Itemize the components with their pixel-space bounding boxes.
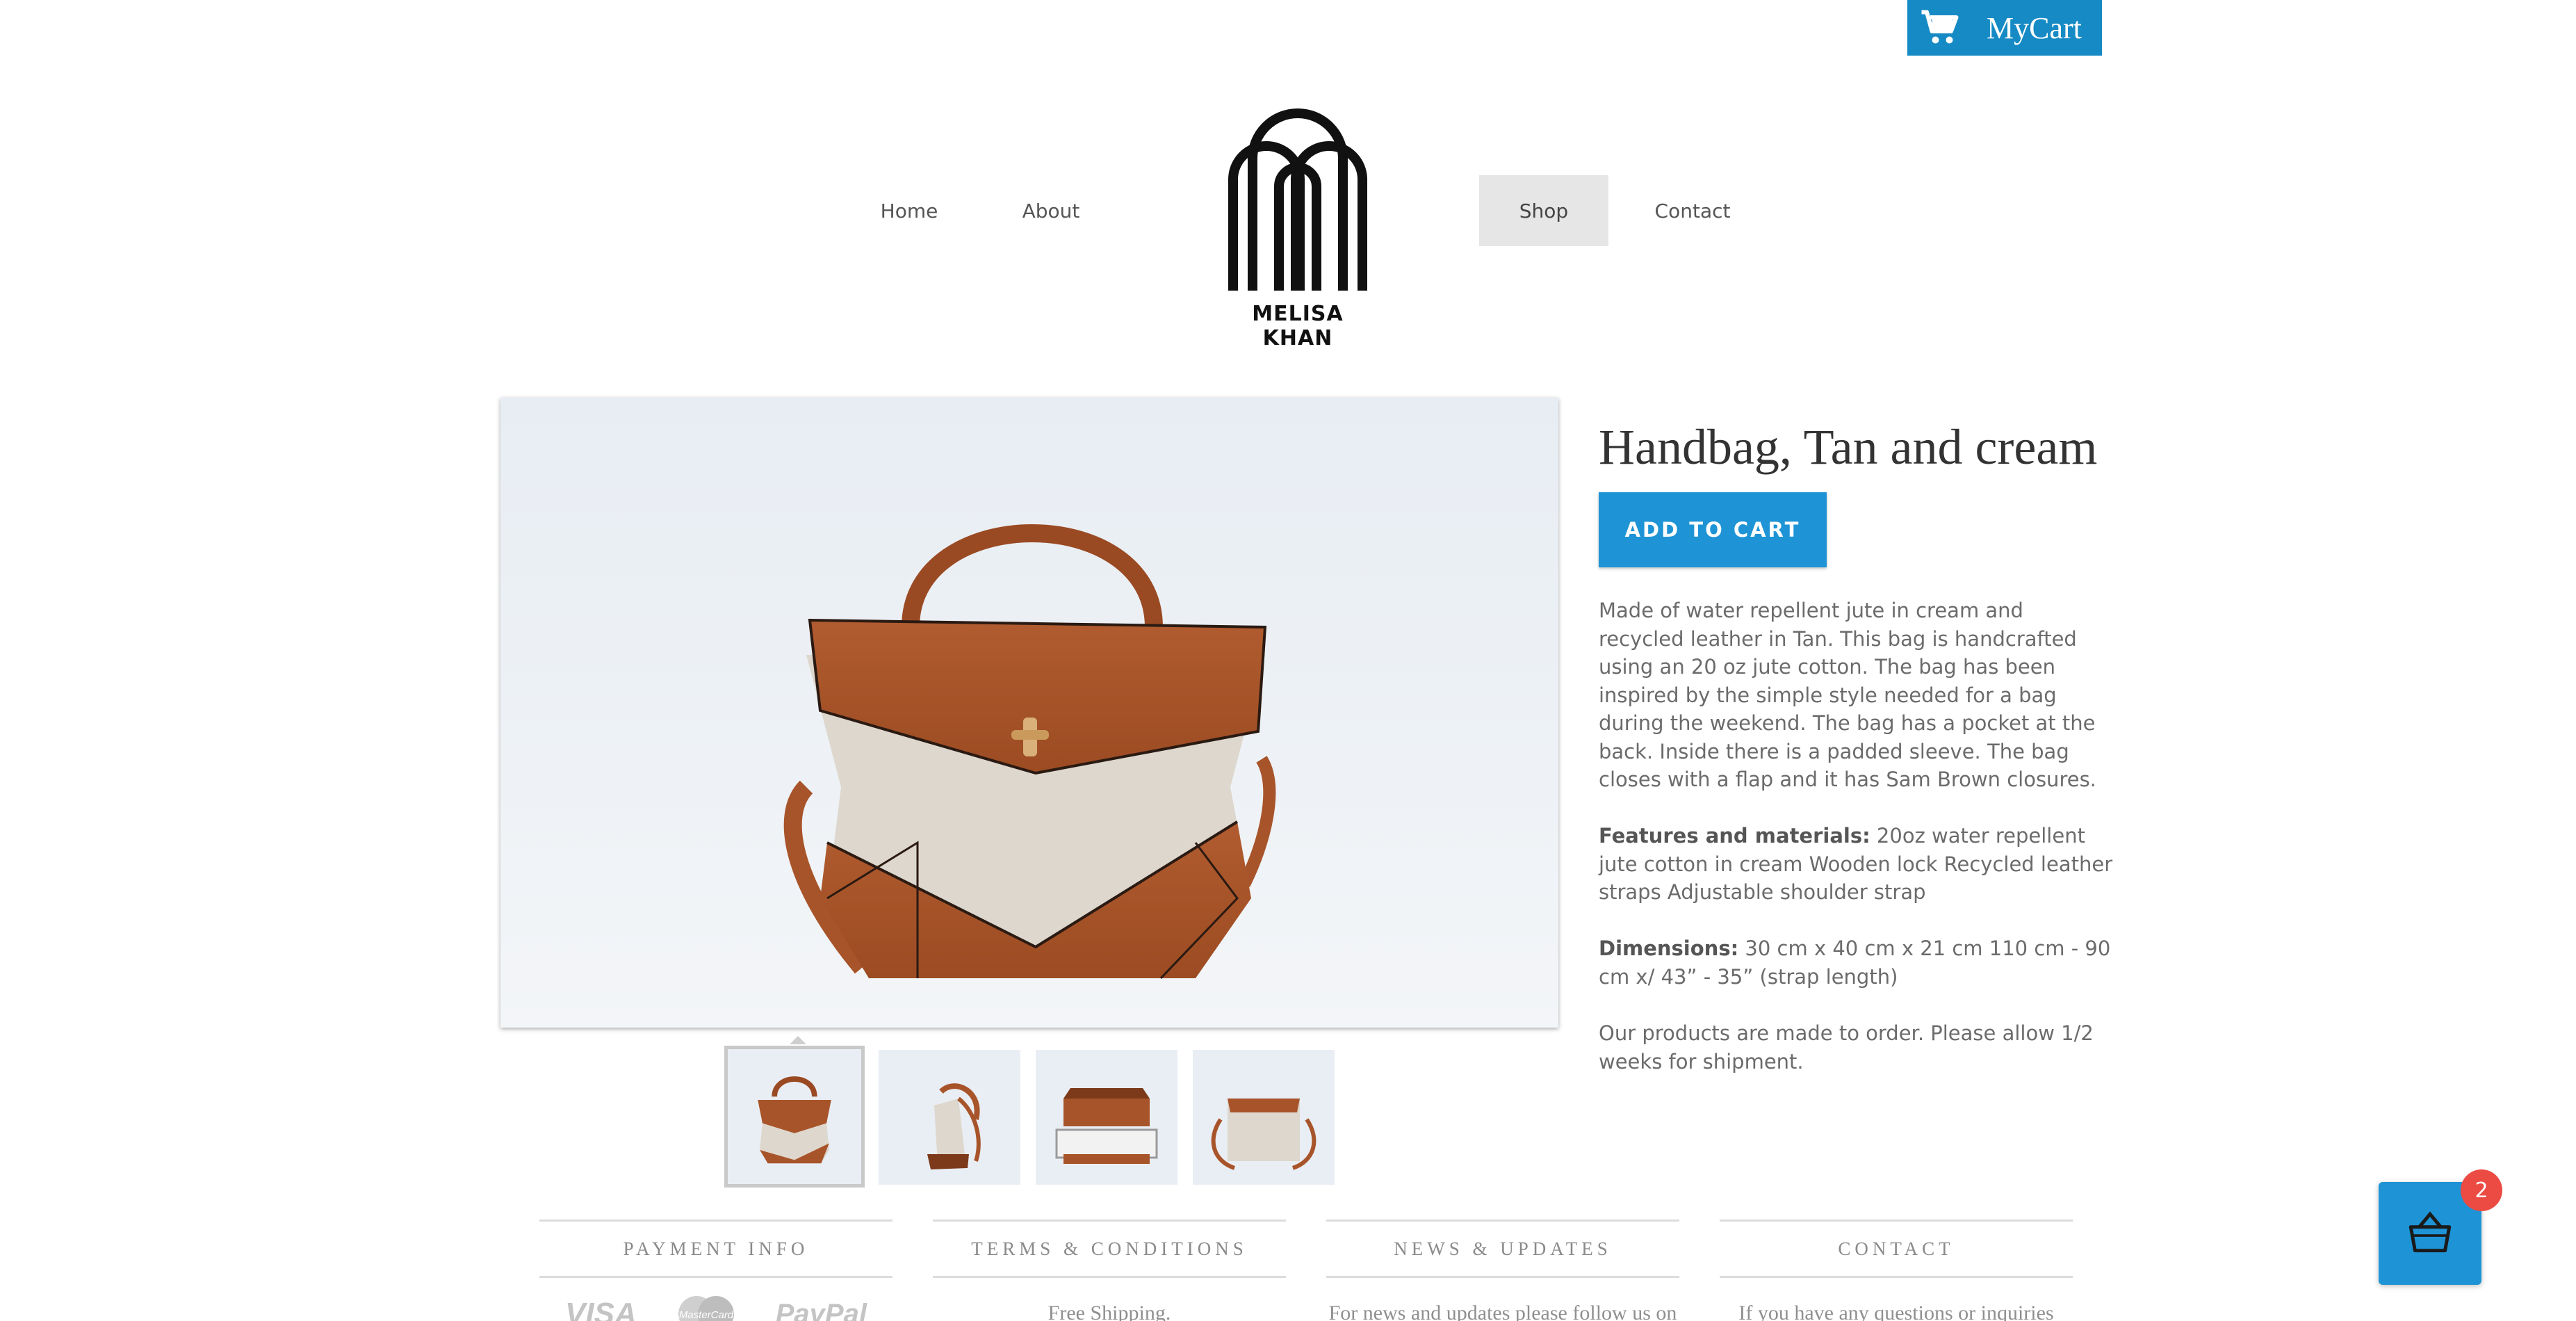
footer-heading-contact: CONTACT [1720,1219,2073,1278]
dimensions-label: Dimensions: [1599,937,1739,960]
features-label: Features and materials: [1599,824,1870,848]
mastercard-icon: MasterCard [678,1296,734,1321]
footer-heading-terms: TERMS & CONDITIONS [933,1219,1286,1278]
footer-terms-text: Free Shipping. [1047,1302,1171,1321]
shopping-cart-icon [1921,10,1959,44]
nav-shop[interactable]: Shop [1479,175,1608,246]
site-logo[interactable]: MELISA KHAN [1218,103,1378,350]
paypal-icon: PayPal [775,1298,867,1321]
product-dimensions: Dimensions: 30 cm x 40 cm x 21 cm 110 cm… [1599,934,2113,991]
logo-text: MELISA KHAN [1252,302,1344,350]
thumbnail-open[interactable] [1036,1050,1177,1185]
nav-contact[interactable]: Contact [1633,175,1752,246]
thumbnail-back[interactable] [1193,1050,1335,1185]
footer-heading-payment: PAYMENT INFO [539,1219,892,1278]
nav-about[interactable]: About [995,175,1107,246]
basket-icon [2408,1211,2452,1253]
product-features: Features and materials: 20oz water repel… [1599,822,2113,907]
product-description: Made of water repellent jute in cream an… [1599,599,2096,791]
footer-terms: TERMS & CONDITIONS Free Shipping. [933,1219,1286,1321]
mastercard-label: MasterCard [679,1309,734,1321]
product-main-image[interactable] [500,398,1558,1028]
payment-icons: VISA MasterCard PayPal [539,1293,892,1321]
add-to-cart-button[interactable]: ADD TO CART [1599,492,1827,567]
footer-payment-info: PAYMENT INFO VISA MasterCard PayPal [539,1219,892,1321]
footer-news-text: For news and updates please follow us on [1328,1302,1677,1321]
footer-contact-text: If you have any questions or inquiries [1738,1302,2054,1321]
product-title: Handbag, Tan and cream [1599,419,2098,475]
thumbnail-front[interactable] [724,1046,865,1188]
visa-icon: VISA [565,1297,637,1321]
footer-contact: CONTACT If you have any questions or inq… [1720,1219,2073,1321]
order-note: Our products are made to order. Please a… [1599,1021,2094,1073]
page: MyCart Home About Shop Contact MELISA KH… [0,0,2576,1321]
logo-arches-icon [1228,108,1367,291]
thumbnail-side[interactable] [879,1050,1020,1185]
basket-count-badge: 2 [2461,1169,2502,1211]
mycart-label: MyCart [1987,10,2082,45]
footer-heading-news: NEWS & UPDATES [1326,1219,1679,1278]
footer-news: NEWS & UPDATES For news and updates plea… [1326,1219,1679,1321]
nav-home[interactable]: Home [854,175,965,246]
mycart-button[interactable]: MyCart [1907,0,2102,56]
thumbnail-active-indicator [790,1036,806,1044]
